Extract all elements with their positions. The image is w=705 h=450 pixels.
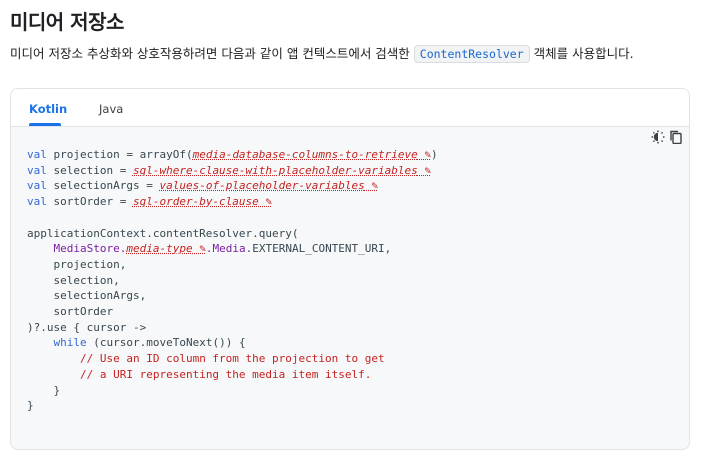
code-block[interactable]: val projection = arrayOf(media-database-…: [27, 147, 438, 414]
placeholder-columns: media-database-columns-to-retrieve: [193, 148, 431, 161]
intro-paragraph: 미디어 저장소 추상화와 상호작용하려면 다음과 같이 앱 컨텍스트에서 검색한…: [10, 43, 634, 63]
placeholder-media-type: media-type: [126, 242, 205, 255]
tab-java[interactable]: Java: [99, 102, 123, 116]
intro-text: 미디어 저장소 추상화와 상호작용하려면 다음과 같이 앱 컨텍스트에서 검색한: [10, 46, 410, 61]
tab-kotlin[interactable]: Kotlin: [29, 102, 67, 116]
intro-suffix: 객체를 사용합니다.: [533, 46, 634, 61]
intro-code-term[interactable]: ContentResolver: [413, 45, 530, 63]
language-tabs: Kotlin Java: [11, 89, 689, 127]
placeholder-selection: sql-where-clause-with-placeholder-variab…: [133, 164, 431, 177]
brightness-icon[interactable]: [651, 129, 665, 144]
active-tab-indicator: [29, 123, 61, 126]
placeholder-sort-order: sql-order-by-clause: [133, 195, 272, 208]
placeholder-selection-args: values-of-placeholder-variables: [159, 179, 378, 192]
copy-icon[interactable]: [669, 129, 683, 145]
page-title: 미디어 저장소: [10, 10, 124, 34]
code-toolbar: [651, 129, 683, 145]
code-sample-card: Kotlin Java val projection = arrayOf(med…: [10, 88, 690, 450]
